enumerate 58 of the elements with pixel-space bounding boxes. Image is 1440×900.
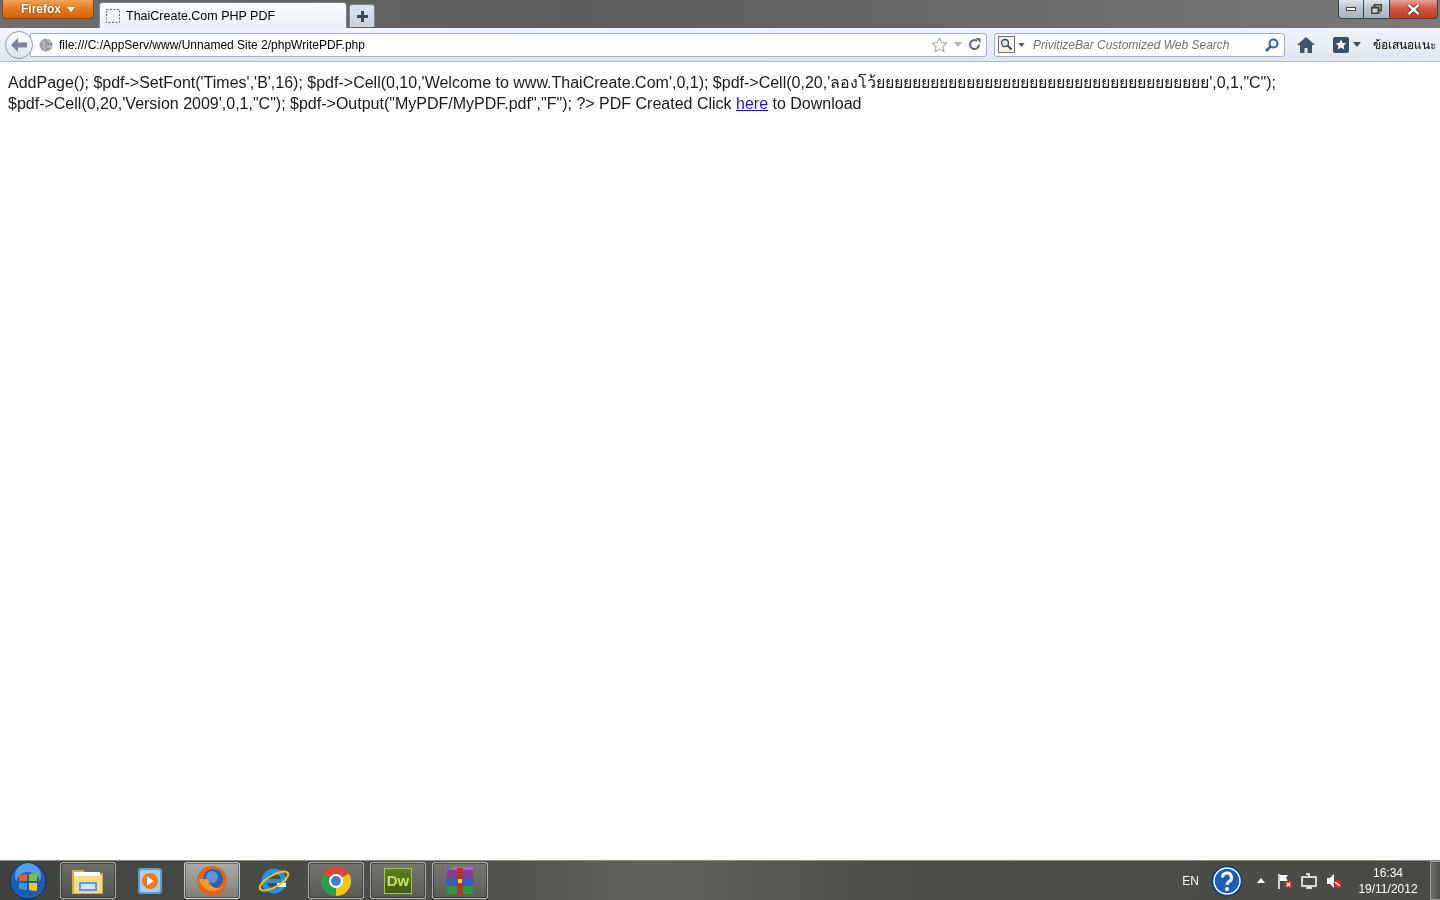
star-icon	[931, 36, 948, 53]
minimize-button[interactable]	[1338, 0, 1364, 19]
taskbar-button[interactable]	[308, 862, 364, 899]
network-button[interactable]	[1301, 872, 1317, 889]
search-engine-button[interactable]	[998, 36, 1025, 53]
caret-icon	[1353, 42, 1361, 47]
restore-button[interactable]	[1364, 0, 1390, 19]
feedback-button[interactable]: ข้อเสนอแนะ	[1373, 35, 1436, 54]
reload-button[interactable]	[968, 38, 981, 51]
back-button[interactable]	[5, 30, 33, 59]
start-orb-icon	[8, 861, 48, 900]
globe-icon	[39, 37, 53, 52]
taskbar-button[interactable]	[432, 862, 488, 899]
segmented-circle-icon	[320, 864, 352, 897]
search-icon	[1265, 37, 1279, 52]
clock[interactable]: 16:34 19/11/2012	[1356, 864, 1420, 897]
browser-tab[interactable]: ThaiCreate.Com PHP PDF	[99, 2, 347, 28]
new-tab-button[interactable]	[349, 4, 375, 27]
flag-alert-icon	[1277, 872, 1293, 889]
caret-icon	[67, 6, 75, 12]
volume-button[interactable]	[1326, 872, 1342, 889]
show-hidden-icons-button[interactable]	[1257, 878, 1265, 883]
help-icon	[1211, 864, 1243, 897]
search-field[interactable]: PrivitizeBar Customized Web Search	[994, 32, 1285, 57]
fox-globe-icon	[196, 864, 228, 897]
magnifier-tile-icon	[998, 36, 1015, 53]
caret-icon	[954, 42, 962, 47]
taskbar-button[interactable]	[184, 862, 240, 899]
bookmark-star-button[interactable]	[931, 36, 948, 53]
star-tile-icon	[1333, 36, 1349, 53]
book-stack-icon	[444, 865, 476, 896]
taskbar-button[interactable]	[60, 862, 116, 899]
home-button[interactable]	[1297, 36, 1315, 53]
app-logo-tile: Dw	[384, 867, 412, 894]
plus-icon	[356, 10, 368, 22]
bookmarks-button[interactable]	[1333, 36, 1361, 53]
minimize-icon	[1346, 7, 1356, 11]
show-desktop-button[interactable]	[1430, 861, 1440, 900]
caret-icon	[1018, 42, 1025, 47]
home-icon	[1297, 36, 1315, 53]
triangle-icon	[1257, 878, 1265, 883]
network-icon	[1301, 872, 1317, 889]
play-icon	[136, 866, 164, 895]
download-link[interactable]: here	[736, 95, 769, 112]
reload-icon	[968, 38, 981, 51]
help-button[interactable]	[1211, 864, 1243, 897]
action-center-button[interactable]	[1277, 872, 1293, 889]
dashed-square-icon	[106, 8, 120, 23]
address-field[interactable]: file:///C:/AppServ/www/Unnamed Site 2/phpWritePDF.php	[30, 32, 987, 57]
search-button[interactable]	[1265, 37, 1279, 52]
close-icon	[1407, 3, 1420, 15]
taskbar-button[interactable]: Dw	[370, 862, 426, 899]
speaker-muted-icon	[1326, 872, 1342, 889]
restore-icon	[1371, 4, 1382, 14]
close-button[interactable]	[1390, 0, 1438, 19]
language-indicator[interactable]: EN	[1182, 873, 1199, 888]
back-arrow-icon	[11, 37, 27, 52]
page-text: AddPage(); $pdf->SetFont('Times','B',16); $pdf->Cell(0,10,'Welcome to www.ThaiCreate.Com',0,1); $pdf->Cell(0,20,'ลองโว้ยยยยยยยยยยยยยยยยยยยยยยยยยยยยยยยยยยยยย',0,1,"C"); $pdf->Cell(0,20,'Version 2009',0,1,"C"); $pdf->Output("MyPDF/MyPDF.pdf","F"); ?> PDF Created Click here to Download	[8, 72, 1278, 114]
